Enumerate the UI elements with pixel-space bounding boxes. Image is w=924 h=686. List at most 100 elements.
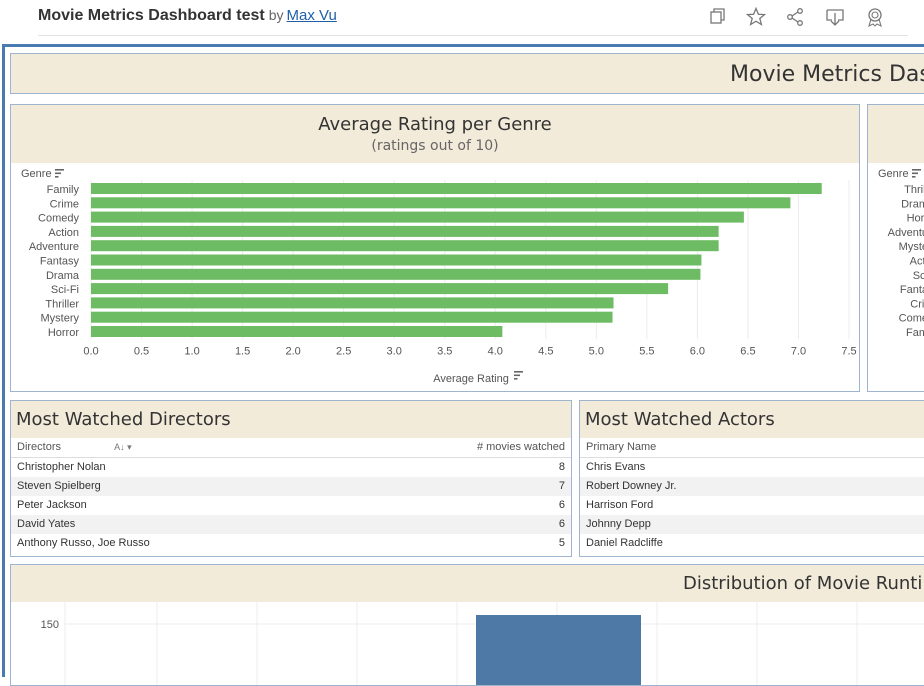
director-name: Peter Jackson (17, 499, 87, 511)
genre-x-tick: 2.5 (336, 345, 351, 357)
genre-category-label: Thriller (45, 298, 79, 310)
actor-name: Robert Downey Jr. (586, 480, 677, 492)
director-name: Christopher Nolan (17, 461, 106, 473)
directors-header: Most Watched Directors (11, 401, 571, 438)
sort-icon[interactable] (55, 169, 64, 178)
runtime-header: Distribution of Movie Runtim (11, 565, 924, 602)
actors-panel: Most Watched Actors Primary Name Chris E… (579, 400, 924, 557)
genre-bar-chart: Genre Family Crime Comedy Action Adventure Fa… (21, 168, 857, 385)
runtime-title: Distribution of Movie Runtim (683, 573, 924, 594)
runtime-y-tick: 150 (41, 619, 59, 631)
actor-name: Harrison Ford (586, 499, 654, 511)
genre-bar[interactable] (91, 297, 614, 309)
genre-category-label: Family (47, 184, 80, 196)
genre-x-tick: 0.5 (134, 345, 149, 357)
table-row[interactable]: Chris Evans (580, 457, 924, 477)
table-row[interactable]: Harrison Ford (580, 496, 924, 515)
genre-bar[interactable] (91, 197, 791, 209)
directors-panel: Most Watched Directors Directors A↓ ▾ # … (10, 400, 572, 557)
second-genre-category-label: Fanta (900, 284, 924, 296)
actor-name: Johnny Depp (586, 518, 651, 530)
genre-chart-title: Average Rating per Genre (318, 114, 552, 135)
genre-category-label: Mystery (41, 313, 80, 325)
second-genre-category-label: Fam (906, 327, 924, 339)
genre-bar[interactable] (91, 311, 613, 323)
genre-rating-panel: Average Rating per Genre (ratings out of… (10, 104, 860, 392)
download-icon[interactable] (824, 6, 846, 28)
table-row[interactable]: Robert Downey Jr. (580, 476, 924, 496)
top-bar: Movie Metrics Dashboard test by Max Vu (0, 0, 924, 44)
author-link[interactable]: Max Vu (287, 7, 337, 24)
genre-x-tick: 7.5 (841, 345, 856, 357)
count-col-header[interactable]: # movies watched (342, 438, 571, 457)
actors-title: Most Watched Actors (585, 409, 775, 430)
badge-icon[interactable] (864, 6, 886, 28)
second-genre-axis-header: Genre (878, 168, 909, 180)
second-genre-panel: Genre Thrill Dram Horr Adventu Myste Acti Sci F… (867, 104, 924, 392)
movies-watched-count: 8 (558, 461, 565, 473)
genre-x-tick: 4.0 (488, 345, 503, 357)
table-row[interactable]: Daniel Radcliffe (580, 534, 924, 553)
by-label: by (268, 7, 284, 23)
director-name: Steven Spielberg (17, 480, 101, 492)
genre-category-label: Fantasy (40, 256, 80, 268)
table-row[interactable]: Steven Spielberg 7 (11, 476, 571, 496)
actors-table: Primary Name Chris Evans Robert Downey Jr… (580, 438, 924, 553)
second-genre-category-label: Dram (901, 198, 924, 210)
x-sort-icon[interactable] (514, 371, 523, 380)
second-genre-category-label: Sci (913, 270, 924, 282)
second-genre-category-label: Adventu (888, 227, 924, 239)
genre-bar[interactable] (91, 283, 669, 295)
runtime-panel: Distribution of Movie Runtim 150 (10, 564, 924, 686)
genre-x-tick: 5.0 (589, 345, 604, 357)
genre-category-label: Adventure (29, 241, 79, 253)
director-name: Anthony Russo, Joe Russo (17, 537, 150, 549)
genre-bar[interactable] (91, 183, 822, 194)
genre-category-label: Drama (46, 270, 80, 282)
second-genre-category-label: Come (899, 313, 924, 325)
table-row[interactable]: Peter Jackson 6 (11, 496, 571, 515)
genre-x-tick: 2.0 (285, 345, 300, 357)
genre-bar[interactable] (91, 254, 702, 266)
genre-x-tick: 6.0 (690, 345, 705, 357)
genre-x-tick: 5.5 (639, 345, 654, 357)
second-genre-category-label: Myste (899, 241, 924, 253)
table-row[interactable]: Johnny Depp (580, 514, 924, 534)
actors-header: Most Watched Actors (580, 401, 924, 438)
genre-bar[interactable] (91, 268, 701, 280)
second-genre-header (868, 105, 924, 163)
genre-x-tick: 3.5 (437, 345, 452, 357)
directors-col-header[interactable]: Directors A↓ ▾ (11, 438, 342, 457)
actors-col-header[interactable]: Primary Name (580, 438, 924, 457)
copy-icon[interactable] (706, 6, 728, 28)
table-row[interactable]: David Yates 6 (11, 514, 571, 534)
genre-bar[interactable] (91, 225, 719, 237)
genre-category-label: Sci-Fi (51, 284, 79, 296)
workbook-title: Movie Metrics Dashboard test by Max Vu (38, 7, 337, 25)
table-row[interactable]: Anthony Russo, Joe Russo 5 (11, 534, 571, 553)
directors-table: Directors A↓ ▾ # movies watched Christop… (11, 438, 571, 553)
dashboard-title: Movie Metrics Dash (730, 62, 924, 87)
second-sort-icon[interactable] (912, 169, 921, 178)
movies-watched-count: 6 (558, 518, 565, 530)
table-row[interactable]: Christopher Nolan 8 (11, 457, 571, 477)
header-divider (38, 35, 908, 36)
runtime-bar (476, 615, 641, 685)
genre-x-axis-label: Average Rating (433, 373, 509, 385)
genre-bar[interactable] (91, 240, 719, 252)
genre-x-tick: 7.0 (791, 345, 806, 357)
genre-bar[interactable] (91, 211, 744, 223)
actors-table-header: Primary Name (580, 438, 924, 457)
genre-category-label: Horror (48, 327, 80, 339)
genre-bar[interactable] (91, 326, 503, 337)
genre-x-tick: 1.0 (184, 345, 199, 357)
genre-x-tick: 1.5 (235, 345, 250, 357)
sort-az-icon[interactable]: A↓ ▾ (114, 442, 132, 452)
second-genre-chart: Genre Thrill Dram Horr Adventu Myste Acti Sci F… (878, 168, 924, 339)
second-genre-category-label: Crir (910, 298, 924, 310)
director-name: David Yates (17, 518, 76, 530)
share-icon[interactable] (784, 6, 806, 28)
second-genre-category-label: Acti (910, 256, 924, 268)
genre-category-label: Comedy (38, 213, 79, 225)
star-icon[interactable] (745, 6, 767, 28)
